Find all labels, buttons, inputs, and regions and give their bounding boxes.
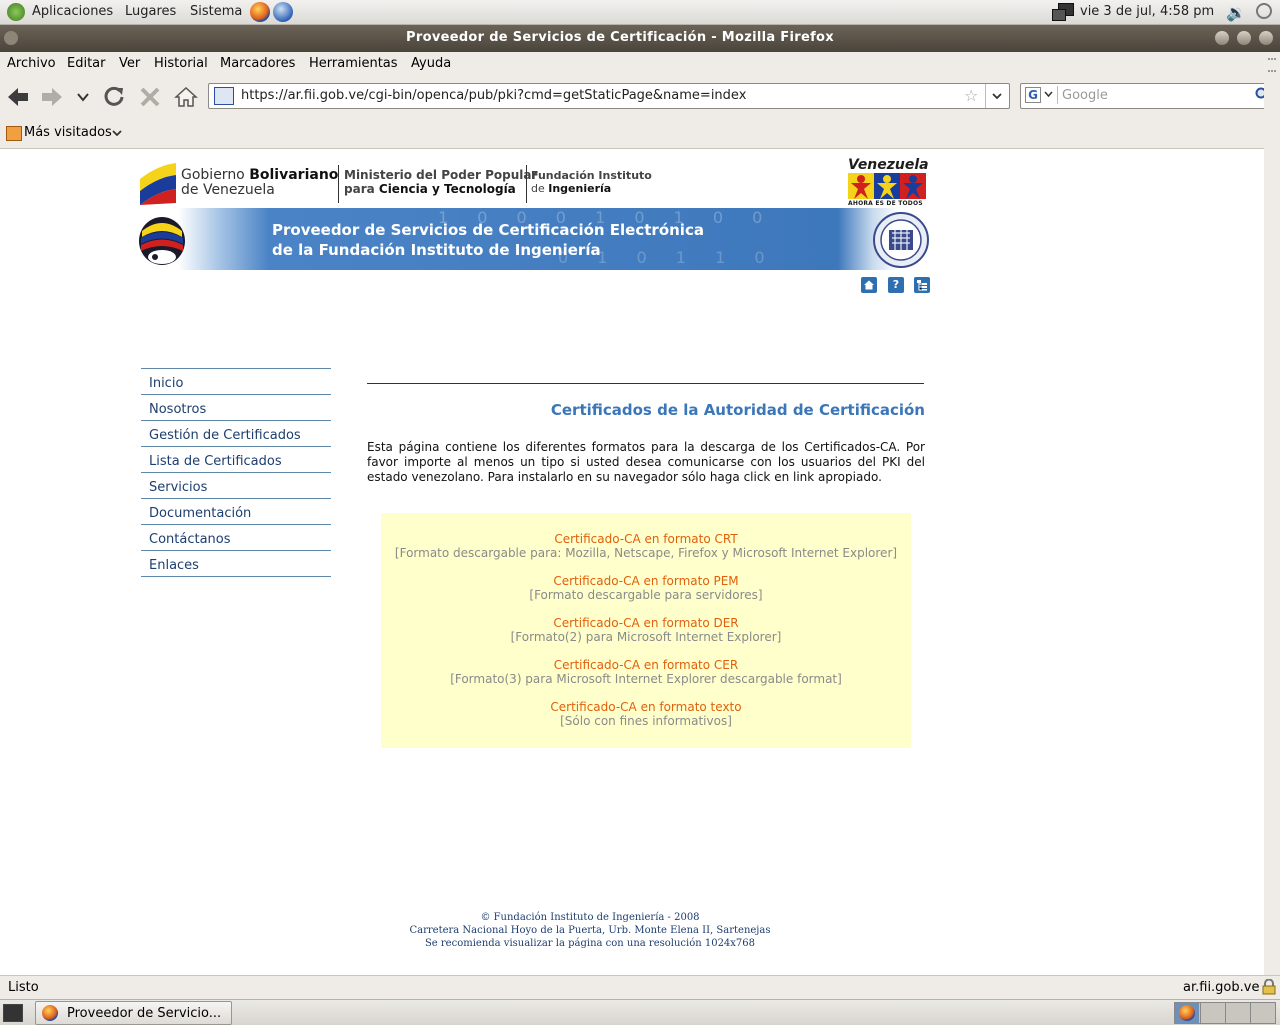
download-desc-texto: [Sólo con fines informativos]: [560, 714, 732, 728]
sidebar-item-contactanos[interactable]: Contáctanos: [141, 525, 331, 551]
page-heading: Certificados de la Autoridad de Certific…: [550, 401, 925, 419]
padlock-icon[interactable]: [1262, 978, 1276, 995]
footer-resolution-note: Se recomienda visualizar la página con u…: [424, 938, 756, 949]
url-dropdown-icon[interactable]: [985, 84, 1008, 108]
help-icon[interactable]: ?: [888, 277, 904, 293]
back-arrow-icon[interactable]: [6, 85, 30, 109]
reload-icon[interactable]: [102, 85, 126, 109]
sidebar-item-enlaces[interactable]: Enlaces: [141, 551, 331, 577]
venezuela-flag-logo: [138, 161, 178, 205]
psc-lock-logo: [138, 209, 188, 267]
most-visited-bookmark[interactable]: Más visitados: [24, 125, 112, 140]
show-desktop-icon[interactable]: [3, 1004, 23, 1022]
sidebar-item-nosotros[interactable]: Nosotros: [141, 395, 331, 421]
bookmark-star-icon[interactable]: ☆: [964, 86, 978, 105]
bookmarks-folder-icon: [6, 126, 22, 141]
bookmarks-toolbar: Más visitados: [0, 116, 1280, 149]
chevron-down-icon[interactable]: [112, 129, 122, 137]
sidebar-item-inicio[interactable]: Inicio: [141, 369, 331, 395]
menu-archivo[interactable]: Archivo: [7, 56, 56, 71]
download-link-cer[interactable]: Certificado-CA en formato CER: [381, 658, 911, 672]
footer-address: Carretera Nacional Hoyo de la Puerta, Ur…: [409, 925, 771, 936]
menu-marcadores[interactable]: Marcadores: [220, 56, 295, 71]
firefox-icon: [1179, 1005, 1195, 1021]
menu-sistema[interactable]: Sistema: [190, 4, 242, 19]
gnome-foot-icon[interactable]: [7, 3, 25, 21]
home-icon[interactable]: [861, 277, 877, 293]
menu-aplicaciones[interactable]: Aplicaciones: [32, 4, 113, 19]
status-text: Listo: [8, 980, 39, 995]
menu-lugares[interactable]: Lugares: [125, 4, 176, 19]
menu-ver[interactable]: Ver: [119, 56, 140, 71]
download-desc-der: [Formato(2) para Microsoft Internet Expl…: [510, 630, 782, 644]
content-divider: [367, 383, 924, 384]
taskbar-button-label: Proveedor de Servicio...: [67, 1006, 222, 1021]
menu-herramientas[interactable]: Herramientas: [309, 56, 398, 71]
site-identity-icon[interactable]: [214, 87, 234, 105]
download-link-crt[interactable]: Certificado-CA en formato CRT: [381, 532, 911, 546]
window-title: Proveedor de Servicios de Certificación …: [406, 30, 834, 45]
sitemap-icon[interactable]: [914, 277, 930, 293]
gobierno-title: Gobierno Bolivariano de Venezuela: [181, 167, 339, 198]
scrollbar-grip-icon[interactable]: [1268, 58, 1276, 72]
download-desc-cer: [Formato(3) para Microsoft Internet Expl…: [450, 672, 842, 686]
venezuela-ahora-es-de-todos-logo: Venezuela AHORA ES DE TODOS: [848, 157, 929, 207]
download-desc-crt: [Formato descargable para: Mozilla, Nets…: [394, 546, 898, 560]
forward-arrow-icon[interactable]: [40, 85, 64, 109]
footer: © Fundación Instituto de Ingeniería - 20…: [340, 911, 840, 950]
menu-historial[interactable]: Historial: [154, 56, 208, 71]
sidebar-item-servicios[interactable]: Servicios: [141, 473, 331, 499]
banner-title: Proveedor de Servicios de Certificación …: [272, 221, 704, 259]
status-domain[interactable]: ar.fii.gob.ve: [1183, 980, 1259, 995]
clock[interactable]: vie 3 de jul, 4:58 pm: [1080, 4, 1214, 19]
vertical-scrollbar[interactable]: [1264, 52, 1280, 975]
top-panel: Aplicaciones Lugares Sistema vie 3 de ju…: [0, 0, 1280, 25]
search-input[interactable]: Google: [1062, 88, 1108, 103]
bottom-panel: Proveedor de Servicio...: [0, 999, 1280, 1025]
status-bar: Listo ar.fii.gob.ve: [0, 975, 1280, 999]
download-link-pem[interactable]: Certificado-CA en formato PEM: [381, 574, 911, 588]
home-icon[interactable]: [174, 85, 198, 109]
firefox-launcher-icon[interactable]: [250, 2, 270, 22]
navigation-toolbar: https://ar.fii.gob.ve/cgi-bin/openca/pub…: [0, 76, 1280, 116]
sidebar-item-lista-certificados[interactable]: Lista de Certificados: [141, 447, 331, 473]
close-button[interactable]: [1259, 31, 1273, 45]
url-text[interactable]: https://ar.fii.gob.ve/cgi-bin/openca/pub…: [241, 88, 746, 103]
url-bar[interactable]: https://ar.fii.gob.ve/cgi-bin/openca/pub…: [208, 83, 1010, 109]
search-bar[interactable]: G Google: [1020, 83, 1276, 109]
download-desc-pem: [Formato descargable para servidores]: [529, 588, 763, 602]
taskbar-button-firefox[interactable]: Proveedor de Servicio...: [35, 1001, 232, 1025]
mail-launcher-icon[interactable]: [273, 2, 293, 22]
window-titlebar[interactable]: Proveedor de Servicios de Certificación …: [0, 25, 1280, 52]
shutdown-icon[interactable]: [1256, 3, 1272, 19]
menu-ayuda[interactable]: Ayuda: [411, 56, 451, 71]
history-dropdown-icon[interactable]: [74, 85, 92, 109]
intro-paragraph: Esta página contiene los diferentes form…: [367, 440, 925, 484]
header-divider: [526, 165, 527, 203]
stop-icon[interactable]: [138, 85, 162, 109]
minimize-button[interactable]: [1215, 31, 1229, 45]
search-engine-icon[interactable]: G: [1023, 86, 1058, 104]
ministry-title: Ministerio del Poder Popular para Cienci…: [344, 168, 538, 196]
fii-seal-logo: [872, 211, 930, 269]
firefox-icon: [42, 1005, 58, 1021]
network-monitor-icon[interactable]: [1052, 3, 1074, 21]
fii-title: Fundación Instituto de Ingeniería: [531, 169, 652, 195]
download-link-texto[interactable]: Certificado-CA en formato texto: [381, 700, 911, 714]
volume-icon[interactable]: 🔉: [1226, 3, 1248, 22]
menubar: Archivo Editar Ver Historial Marcadores …: [0, 52, 1280, 76]
footer-copyright: © Fundación Instituto de Ingeniería - 20…: [480, 912, 700, 923]
page-content: Gobierno Bolivariano de Venezuela Minist…: [0, 149, 1264, 975]
download-link-der[interactable]: Certificado-CA en formato DER: [381, 616, 911, 630]
maximize-button[interactable]: [1237, 31, 1251, 45]
sidebar-item-documentacion[interactable]: Documentación: [141, 499, 331, 525]
menu-editar[interactable]: Editar: [67, 56, 106, 71]
workspace-switcher[interactable]: [1174, 1002, 1276, 1024]
sidebar-item-gestion-certificados[interactable]: Gestión de Certificados: [141, 421, 331, 447]
header-divider: [338, 165, 339, 203]
